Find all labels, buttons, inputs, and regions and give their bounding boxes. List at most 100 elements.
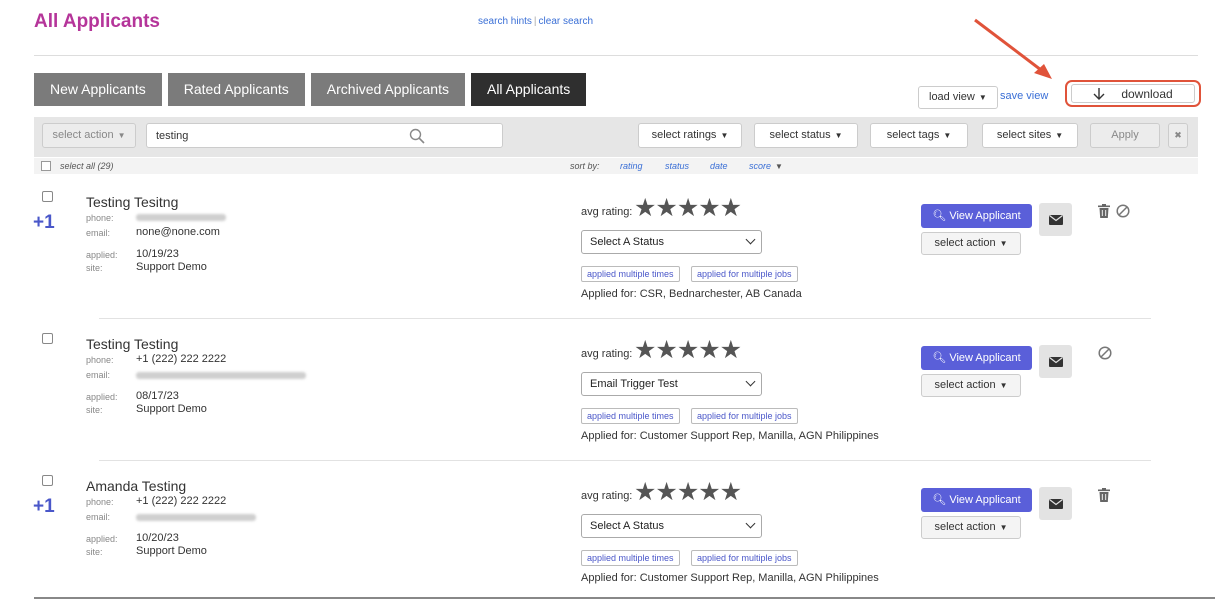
status-select[interactable]: Select A Status bbox=[581, 230, 762, 254]
tag-badge: applied multiple times bbox=[581, 266, 680, 282]
applicant-checkbox[interactable] bbox=[42, 333, 53, 344]
tab-rated-applicants[interactable]: Rated Applicants bbox=[167, 73, 305, 106]
envelope-icon bbox=[1048, 214, 1063, 225]
sort-date-link[interactable]: date bbox=[710, 161, 728, 171]
applicant-checkbox[interactable] bbox=[42, 475, 53, 486]
applicant-tabs: New Applicants Rated Applicants Archived… bbox=[34, 73, 587, 106]
search-icon: 🔍︎ bbox=[932, 352, 950, 364]
tag-badge: applied multiple times bbox=[581, 550, 680, 566]
search-icon[interactable] bbox=[409, 128, 425, 144]
tab-new-applicants[interactable]: New Applicants bbox=[34, 73, 162, 106]
chevron-down-icon bbox=[745, 234, 756, 245]
trash-icon[interactable] bbox=[1098, 204, 1110, 218]
applicant-name: Testing Tesitng bbox=[86, 194, 179, 210]
sort-status-link[interactable]: status bbox=[665, 161, 689, 171]
select-ratings-button[interactable]: select ratings ▼ bbox=[638, 123, 742, 148]
select-action-label: select action bbox=[934, 521, 996, 533]
select-action-button[interactable]: select action ▼ bbox=[921, 374, 1021, 397]
download-label: download bbox=[1121, 86, 1173, 101]
applied-for-text: Applied for: CSR, Bednarchester, AB Cana… bbox=[581, 288, 802, 300]
email-applicant-button[interactable] bbox=[1039, 345, 1072, 378]
caret-down-icon: ▼ bbox=[117, 131, 126, 140]
site-label: site: bbox=[86, 547, 103, 557]
applicant-name: Amanda Testing bbox=[86, 478, 187, 494]
select-sites-button[interactable]: select sites ▼ bbox=[982, 123, 1078, 148]
sort-rating-link[interactable]: rating bbox=[620, 161, 643, 171]
search-input[interactable] bbox=[156, 128, 406, 144]
applied-date: 10/19/23 bbox=[136, 248, 179, 260]
close-icon[interactable]: ✖ bbox=[1168, 123, 1188, 148]
select-action-button[interactable]: select action ▼ bbox=[921, 516, 1021, 539]
tab-archived-applicants[interactable]: Archived Applicants bbox=[310, 73, 465, 106]
email-applicant-button[interactable] bbox=[1039, 203, 1072, 236]
caret-down-icon: ▼ bbox=[1055, 131, 1064, 140]
bulk-select-action-button[interactable]: select action ▼ bbox=[42, 123, 136, 148]
clear-search-link[interactable]: clear search bbox=[539, 16, 593, 27]
tab-all-applicants[interactable]: All Applicants bbox=[470, 73, 587, 106]
phone-label: phone: bbox=[86, 355, 114, 365]
select-action-button[interactable]: select action ▼ bbox=[921, 232, 1021, 255]
select-action-label: select action bbox=[52, 129, 114, 141]
email-label: email: bbox=[86, 512, 111, 522]
search-hints-link[interactable]: search hints bbox=[478, 16, 532, 27]
applicant-checkbox[interactable] bbox=[42, 191, 53, 202]
trash-icon[interactable] bbox=[1098, 488, 1110, 502]
download-button[interactable]: download bbox=[1071, 84, 1195, 103]
tag-badge: applied for multiple jobs bbox=[691, 266, 798, 282]
applicant-row: +1 Testing Tesitng phone: email: none@no… bbox=[0, 191, 1215, 331]
multiple-applications-badge: +1 bbox=[33, 212, 55, 233]
tag-badge: applied for multiple jobs bbox=[691, 550, 798, 566]
view-applicant-label: View Applicant bbox=[949, 352, 1021, 364]
search-icon: 🔍︎ bbox=[932, 494, 950, 506]
list-header: select all (29) sort by: rating status d… bbox=[34, 158, 1198, 174]
status-select[interactable]: Email Trigger Test bbox=[581, 372, 762, 396]
select-action-label: select action bbox=[934, 379, 996, 391]
applied-for-text: Applied for: Customer Support Rep, Manil… bbox=[581, 430, 879, 442]
star-rating[interactable]: ★★★★★ bbox=[634, 196, 742, 221]
load-view-button[interactable]: load view ▼ bbox=[918, 86, 998, 109]
site-value: Support Demo bbox=[136, 403, 207, 415]
view-applicant-button[interactable]: 🔍︎ View Applicant bbox=[921, 346, 1032, 370]
sort-score-link[interactable]: score ▼ bbox=[749, 161, 783, 171]
load-view-label: load view bbox=[929, 91, 975, 103]
view-applicant-label: View Applicant bbox=[949, 494, 1021, 506]
arrow-down-icon bbox=[1093, 87, 1105, 100]
row-divider bbox=[99, 318, 1151, 319]
applied-date: 08/17/23 bbox=[136, 390, 179, 402]
star-rating[interactable]: ★★★★★ bbox=[634, 338, 742, 363]
search-icon: 🔍︎ bbox=[932, 210, 950, 222]
status-select-value: Select A Status bbox=[590, 236, 664, 248]
save-view-link[interactable]: save view bbox=[1000, 90, 1048, 102]
select-tags-button[interactable]: select tags ▼ bbox=[870, 123, 968, 148]
sort-score-label: score bbox=[749, 161, 772, 171]
view-applicant-label: View Applicant bbox=[949, 210, 1021, 222]
star-rating[interactable]: ★★★★★ bbox=[634, 480, 742, 505]
apply-button[interactable]: Apply bbox=[1090, 123, 1160, 148]
status-select[interactable]: Select A Status bbox=[581, 514, 762, 538]
email-applicant-button[interactable] bbox=[1039, 487, 1072, 520]
applicant-row: +1 Amanda Testing phone: +1 (222) 222 22… bbox=[0, 475, 1215, 599]
avg-rating-label: avg rating: bbox=[581, 348, 633, 360]
site-label: site: bbox=[86, 263, 103, 273]
view-applicant-button[interactable]: 🔍︎ View Applicant bbox=[921, 488, 1032, 512]
multiple-applications-badge: +1 bbox=[33, 496, 55, 517]
block-icon[interactable] bbox=[1098, 346, 1112, 360]
filter-bar: select action▼ select ratings▼ select st… bbox=[34, 117, 1198, 157]
email-value-redacted bbox=[136, 372, 306, 379]
caret-down-icon: ▼ bbox=[999, 239, 1008, 248]
avg-rating-label: avg rating: bbox=[581, 490, 633, 502]
email-value: none@none.com bbox=[136, 226, 220, 238]
tag-badge: applied for multiple jobs bbox=[691, 408, 798, 424]
caret-down-icon: ▼ bbox=[834, 131, 843, 140]
block-icon[interactable] bbox=[1116, 204, 1130, 218]
caret-down-icon: ▼ bbox=[999, 523, 1008, 532]
tag-badge: applied multiple times bbox=[581, 408, 680, 424]
view-applicant-button[interactable]: 🔍︎ View Applicant bbox=[921, 204, 1032, 228]
search-links: search hints | clear search bbox=[474, 11, 597, 34]
select-status-button[interactable]: select status ▼ bbox=[754, 123, 858, 148]
select-all-checkbox[interactable] bbox=[41, 161, 51, 171]
site-value: Support Demo bbox=[136, 545, 207, 557]
applied-date: 10/20/23 bbox=[136, 532, 179, 544]
select-sites-label: select sites bbox=[996, 129, 1052, 141]
site-label: site: bbox=[86, 405, 103, 415]
